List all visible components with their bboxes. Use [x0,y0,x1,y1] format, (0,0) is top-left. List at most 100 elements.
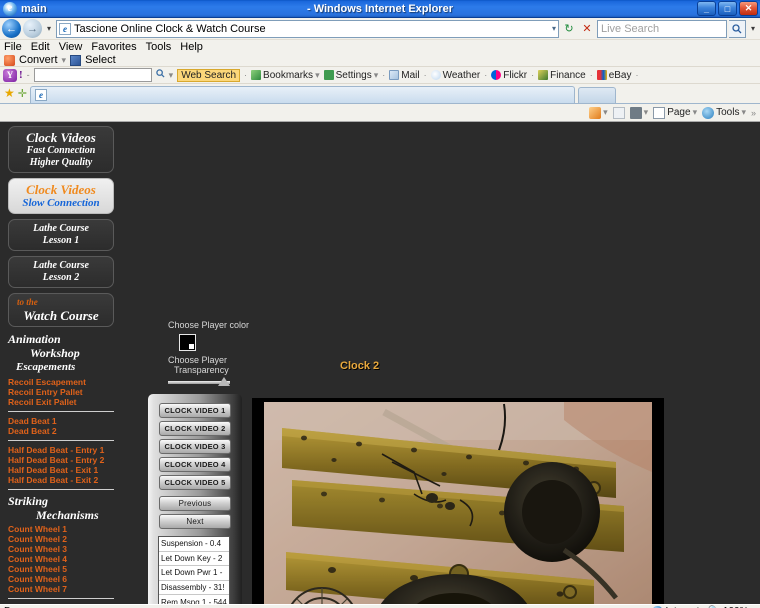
convert-dropdown-icon[interactable]: ▾ [62,55,67,66]
address-dropdown-icon[interactable]: ▾ [552,24,556,33]
yahoo-ebay-button[interactable]: eBay [596,70,632,81]
flickr-icon [491,70,502,80]
tools-caret-icon[interactable]: ▾ [741,107,746,118]
clock-video-1-button[interactable]: CLOCK VIDEO 1 [159,403,231,418]
command-overflow-icon[interactable]: » [751,108,756,118]
yahoo-search-dropdown-icon[interactable]: ▾ [169,70,174,81]
chapter-list[interactable]: Suspension - 0.4 Let Down Key - 2 Let Do… [158,536,230,604]
close-button[interactable]: ✕ [739,1,758,16]
list-item[interactable]: Suspension - 0.4 [159,537,229,552]
list-item[interactable]: Rem Mspg 1 - 544 [159,595,229,604]
link-count-wheel-7[interactable]: Count Wheel 7 [8,584,114,594]
minimize-button[interactable]: _ [697,1,716,16]
link-recoil-escapement[interactable]: Recoil Escapement [8,377,114,387]
link-count-wheel-4[interactable]: Count Wheel 4 [8,554,114,564]
menu-item-view[interactable]: View [59,41,83,53]
sidebar-item-clock-videos-fast[interactable]: Clock Videos Fast Connection Higher Qual… [8,126,114,173]
feeds-caret-icon[interactable]: ▾ [603,107,608,118]
select-button[interactable]: Select [85,54,116,66]
escapements-group-1: Recoil Escapement Recoil Entry Pallet Re… [8,377,114,407]
clock-title: Clock 2 [340,360,380,372]
yahoo-mail-button[interactable]: Mail [389,70,420,81]
choose-transparency-label-line2: Transparency [174,365,229,375]
forward-button[interactable]: → [23,19,42,38]
refresh-button[interactable]: ↻ [561,20,577,37]
yahoo-sep-4: · [484,70,488,80]
favorites-star-icon[interactable]: ★ [4,86,15,100]
yahoo-search-input[interactable] [33,68,152,82]
player-color-swatch[interactable] [179,334,196,351]
maximize-button[interactable]: □ [718,1,737,16]
tools-menu-label: Tools [716,107,740,118]
menu-item-tools[interactable]: Tools [146,41,172,53]
link-recoil-exit-pallet[interactable]: Recoil Exit Pallet [8,397,114,407]
search-dropdown-icon[interactable]: ▾ [748,24,758,33]
blank-page-icon [612,106,625,119]
settings-caret-icon[interactable]: ▾ [374,70,379,81]
history-dropdown-icon[interactable]: ▾ [44,24,54,33]
link-count-wheel-3[interactable]: Count Wheel 3 [8,544,114,554]
yahoo-weather-button[interactable]: Weather [430,70,480,81]
list-item[interactable]: Let Down Pwr 1 - [159,566,229,581]
clock-video-2-button[interactable]: CLOCK VIDEO 2 [159,421,231,436]
link-count-wheel-2[interactable]: Count Wheel 2 [8,534,114,544]
address-input[interactable]: e Tascione Online Clock & Watch Course ▾ [56,19,559,38]
link-half-dead-beat-entry-2[interactable]: Half Dead Beat - Entry 2 [8,455,114,465]
menu-item-file[interactable]: File [4,41,22,53]
link-dead-beat-1[interactable]: Dead Beat 1 [8,416,114,426]
tools-menu-button[interactable]: Tools ▾ [702,106,746,119]
yahoo-search-icon[interactable] [155,69,165,81]
link-half-dead-beat-exit-2[interactable]: Half Dead Beat - Exit 2 [8,475,114,485]
window-title-left: main [21,2,47,15]
link-half-dead-beat-entry-1[interactable]: Half Dead Beat - Entry 1 [8,445,114,455]
transparency-slider-thumb[interactable] [218,377,230,386]
stop-button[interactable]: ✕ [579,20,595,37]
yahoo-settings-button[interactable]: Settings ▾ [323,70,379,81]
bookmarks-caret-icon[interactable]: ▾ [315,70,320,81]
search-go-icon[interactable] [728,19,746,38]
bookmarks-icon [251,70,262,80]
feeds-button[interactable]: ▾ [589,106,608,119]
back-button[interactable]: ← [2,19,21,38]
yahoo-sep-2: · [382,70,386,80]
ie-logo-icon: e [3,1,17,16]
lathe-2-line2: Lesson 2 [42,272,80,283]
list-item[interactable]: Let Down Key - 2 [159,552,229,567]
page-menu-button[interactable]: Page ▾ [653,106,698,119]
convert-button[interactable]: Convert [19,54,58,66]
link-count-wheel-1[interactable]: Count Wheel 1 [8,524,114,534]
clock-video-3-button[interactable]: CLOCK VIDEO 3 [159,439,231,454]
previous-button[interactable]: Previous [159,496,231,511]
menu-item-edit[interactable]: Edit [31,41,50,53]
link-half-dead-beat-exit-1[interactable]: Half Dead Beat - Exit 1 [8,465,114,475]
video-frame[interactable] [264,402,652,604]
add-favorite-icon[interactable]: ✛ [18,87,27,100]
print-button[interactable]: ▾ [629,106,649,119]
menu-item-favorites[interactable]: Favorites [91,41,136,53]
link-rack-snail-complete[interactable]: Rack & Snail - Complete [8,603,114,604]
sidebar-item-watch-course[interactable]: to the Watch Course [8,293,114,327]
clock-video-4-button[interactable]: CLOCK VIDEO 4 [159,457,231,472]
read-mail-button[interactable] [612,106,625,119]
yahoo-web-search-button[interactable]: Web Search [177,68,241,82]
yahoo-flickr-button[interactable]: Flickr [491,70,527,81]
yahoo-finance-button[interactable]: Finance [538,70,586,81]
clock-video-5-button[interactable]: CLOCK VIDEO 5 [159,475,231,490]
link-count-wheel-5[interactable]: Count Wheel 5 [8,564,114,574]
menu-item-help[interactable]: Help [180,41,203,53]
browser-tab[interactable]: e [29,86,575,103]
new-tab-button[interactable] [577,87,616,103]
yahoo-bookmarks-button[interactable]: Bookmarks ▾ [251,70,320,81]
page-caret-icon[interactable]: ▾ [693,107,698,118]
link-dead-beat-2[interactable]: Dead Beat 2 [8,426,114,436]
list-item[interactable]: Disassembly - 31! [159,581,229,596]
link-recoil-entry-pallet[interactable]: Recoil Entry Pallet [8,387,114,397]
search-input[interactable]: Live Search [596,19,727,38]
sidebar-item-lathe-course-lesson-1[interactable]: Lathe Course Lesson 1 [8,219,114,251]
sidebar-item-lathe-course-lesson-2[interactable]: Lathe Course Lesson 2 [8,256,114,288]
link-count-wheel-6[interactable]: Count Wheel 6 [8,574,114,584]
tab-favicon-icon: e [34,89,47,101]
sidebar-item-clock-videos-slow[interactable]: Clock Videos Slow Connection [8,178,114,214]
print-caret-icon[interactable]: ▾ [644,107,649,118]
next-button[interactable]: Next [159,514,231,529]
